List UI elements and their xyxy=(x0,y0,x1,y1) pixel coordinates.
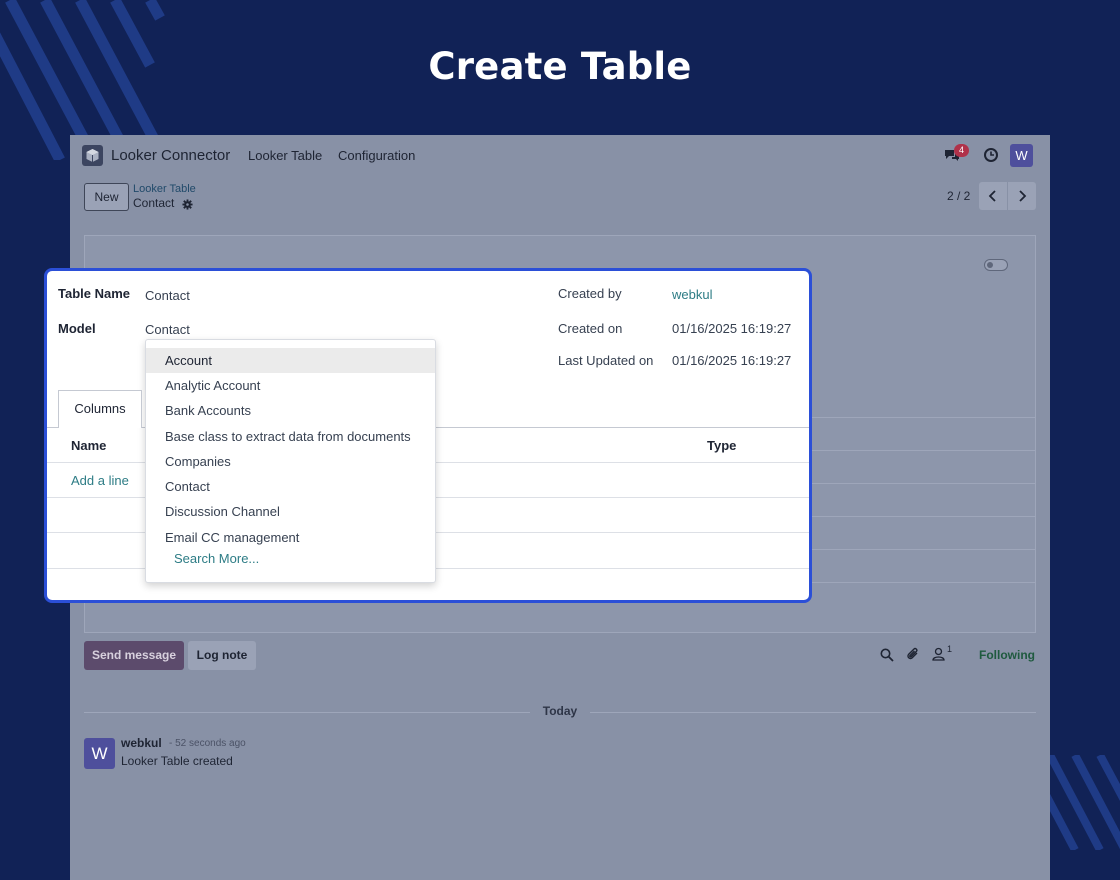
date-separator-label: Today xyxy=(530,704,590,718)
sheet-row-divider xyxy=(810,417,1035,418)
breadcrumb-parent[interactable]: Looker Table xyxy=(133,183,196,195)
sheet-row-divider xyxy=(810,582,1035,583)
pager-counter[interactable]: 2 / 2 xyxy=(947,189,970,203)
decorative-stripes-bottom-right xyxy=(1045,755,1120,850)
model-input[interactable]: Contact xyxy=(145,322,190,337)
last-updated-value: 01/16/2025 16:19:27 xyxy=(672,353,792,368)
dropdown-option-companies[interactable]: Companies xyxy=(146,449,435,474)
dropdown-option-account[interactable]: Account xyxy=(146,348,435,373)
dropdown-option-base-class[interactable]: Base class to extract data from document… xyxy=(146,424,435,449)
message-author[interactable]: webkul xyxy=(121,736,162,750)
search-more-link[interactable]: Search More... xyxy=(174,551,259,566)
pager-previous-button[interactable] xyxy=(979,182,1007,210)
active-toggle[interactable] xyxy=(984,259,1008,271)
follower-count: 1 xyxy=(947,644,953,654)
followers-icon[interactable] xyxy=(932,647,945,666)
table-name-input[interactable]: Contact xyxy=(145,288,190,303)
breadcrumb-current: Contact xyxy=(133,196,175,210)
created-by-label: Created by xyxy=(558,286,622,301)
message-timestamp: - 52 seconds ago xyxy=(169,738,246,749)
created-on-label: Created on xyxy=(558,321,623,336)
chat-badge: 4 xyxy=(954,144,969,157)
pager-next-button[interactable] xyxy=(1008,182,1036,210)
dropdown-option-contact[interactable]: Contact xyxy=(146,474,435,499)
sheet-row-divider xyxy=(810,516,1035,517)
tab-columns[interactable]: Columns xyxy=(58,390,142,428)
model-autocomplete-dropdown: Account Analytic Account Bank Accounts B… xyxy=(145,339,436,583)
column-header-name[interactable]: Name xyxy=(71,438,106,453)
table-name-label: Table Name xyxy=(58,286,131,301)
sheet-row-divider xyxy=(810,450,1035,451)
clock-icon[interactable] xyxy=(983,147,999,168)
last-updated-label: Last Updated on xyxy=(558,353,654,368)
menu-looker-table[interactable]: Looker Table xyxy=(248,148,322,163)
column-header-type[interactable]: Type xyxy=(707,438,736,453)
message-body: Looker Table created xyxy=(121,754,233,768)
sheet-row-divider xyxy=(810,483,1035,484)
following-button[interactable]: Following xyxy=(979,648,1035,662)
dropdown-option-email-cc[interactable]: Email CC management xyxy=(146,525,435,550)
chevron-left-icon xyxy=(988,190,996,202)
gear-icon[interactable] xyxy=(182,197,193,215)
sheet-row-divider xyxy=(810,549,1035,550)
add-a-line-link[interactable]: Add a line xyxy=(71,473,129,488)
search-icon[interactable] xyxy=(880,648,894,667)
created-on-value: 01/16/2025 16:19:27 xyxy=(672,321,792,336)
paperclip-icon[interactable] xyxy=(906,647,920,667)
log-note-button[interactable]: Log note xyxy=(188,641,256,670)
app-logo-icon[interactable] xyxy=(82,145,103,166)
created-by-link[interactable]: webkul xyxy=(672,287,712,302)
new-button[interactable]: New xyxy=(84,183,129,211)
model-label: Model xyxy=(58,321,96,336)
top-navbar: Looker Connector Looker Table Configurat… xyxy=(70,135,1050,175)
app-name[interactable]: Looker Connector xyxy=(111,147,230,164)
hero-title: Create Table xyxy=(428,45,692,88)
dropdown-option-analytic-account[interactable]: Analytic Account xyxy=(146,373,435,398)
menu-configuration[interactable]: Configuration xyxy=(338,148,415,163)
user-avatar[interactable]: W xyxy=(1010,144,1033,167)
chevron-right-icon xyxy=(1019,190,1027,202)
message-author-avatar[interactable]: W xyxy=(84,738,115,769)
dropdown-option-discussion-channel[interactable]: Discussion Channel xyxy=(146,499,435,524)
send-message-button[interactable]: Send message xyxy=(84,641,184,670)
dropdown-option-bank-accounts[interactable]: Bank Accounts xyxy=(146,398,435,423)
